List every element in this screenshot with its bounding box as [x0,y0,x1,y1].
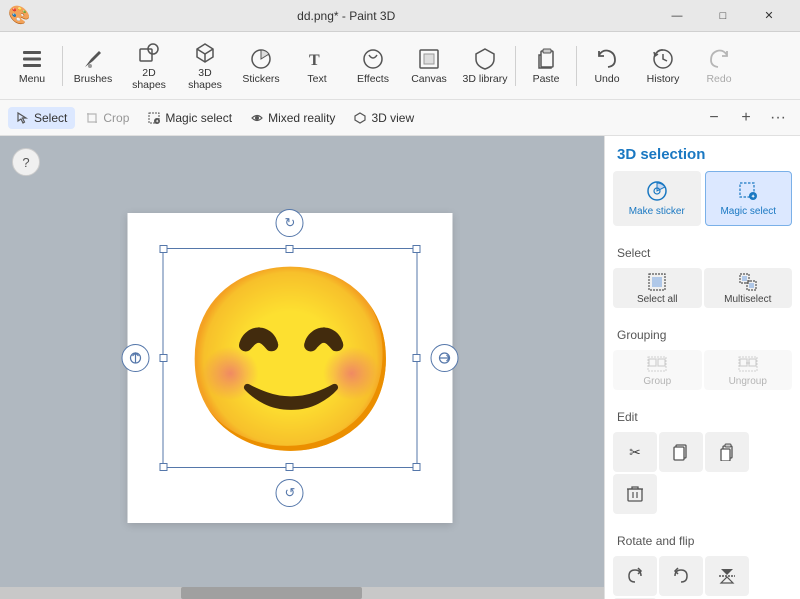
handle-top-right[interactable] [412,245,420,253]
toolbar-stickers[interactable]: Stickers [233,36,289,96]
handle-top-left[interactable] [159,245,167,253]
rotate-ccw-btn[interactable] [659,556,703,596]
toolbar-menu[interactable]: Menu [4,36,60,96]
emoji-content: 😊 [188,264,393,459]
rotate-handle-top[interactable]: ↻ [276,209,304,237]
right-panel: 3D selection Make sticker ✦ Magic select [604,136,800,599]
minimize-button[interactable]: — [654,0,700,32]
side-handle-left[interactable] [121,344,149,372]
select-all-btn[interactable]: Select all [613,268,702,308]
canvas-scrollbar[interactable] [0,587,604,599]
select-section-title: Select [605,242,800,264]
toolbar-3d-library[interactable]: 3D library [457,36,513,96]
secondary-toolbar: Select Crop ✦ Magic select Mixed reality… [0,100,800,136]
handle-top-center[interactable] [286,245,294,253]
mixed-reality-btn[interactable]: Mixed reality [242,107,343,129]
main-area: ? ↻ [0,136,800,599]
magic-select-panel-btn[interactable]: ✦ Magic select [705,171,793,226]
toolbar-history[interactable]: History [635,36,691,96]
toolbar-redo[interactable]: Redo [691,36,747,96]
sec-toolbar-right: − + ··· [700,104,792,132]
multiselect-btn[interactable]: Multiselect [704,268,793,308]
main-toolbar: Menu Brushes 2D shapes 3D shapes Sticker… [0,32,800,100]
close-button[interactable]: ✕ [746,0,792,32]
toolbar-text[interactable]: T Text [289,36,345,96]
maximize-button[interactable]: □ [700,0,746,32]
3d-view-btn[interactable]: 3D view [345,107,422,129]
panel-title: 3D selection [605,136,800,171]
handle-bottom-right[interactable] [412,463,420,471]
select-grid: Select all Multiselect [605,264,800,316]
select-tool-btn[interactable]: Select [8,107,75,129]
canvas-area[interactable]: ? ↻ [0,136,604,599]
svg-text:T: T [309,52,320,69]
toolbar-2d-shapes[interactable]: 2D shapes [121,36,177,96]
selection-box: ↻ ↺ 😊 [162,248,417,468]
toolbar-canvas[interactable]: Canvas [401,36,457,96]
crop-tool-btn[interactable]: Crop [77,107,137,129]
scrollbar-thumb[interactable] [181,587,362,599]
zoom-in-btn[interactable]: + [732,104,760,132]
copy-btn[interactable] [659,432,703,472]
handle-bottom-left[interactable] [159,463,167,471]
toolbar-effects[interactable]: Effects [345,36,401,96]
toolbar-brushes[interactable]: Brushes [65,36,121,96]
delete-btn[interactable] [613,474,657,514]
side-handle-right[interactable] [430,344,458,372]
cut-btn[interactable]: ✂ [613,432,657,472]
window-controls: — □ ✕ [654,0,792,32]
handle-mid-left[interactable] [159,354,167,362]
rotate-title: Rotate and flip [605,530,800,552]
rotate-cw-btn[interactable] [613,556,657,596]
title-bar: 🎨 dd.png* - Paint 3D — □ ✕ [0,0,800,32]
more-options-btn[interactable]: ··· [764,104,792,132]
rotate-handle-bottom[interactable]: ↺ [276,479,304,507]
flip-vertical-btn[interactable] [705,556,749,596]
group-btn: Group [613,350,702,390]
toolbar-paste[interactable]: Paste [518,36,574,96]
toolbar-undo[interactable]: Undo [579,36,635,96]
canvas-white: ↻ ↺ 😊 [127,213,452,523]
magic-select-btn[interactable]: ✦ Magic select [139,107,240,129]
edit-title: Edit [605,406,800,428]
toolbar-3d-shapes[interactable]: 3D shapes [177,36,233,96]
rotate-grid [605,552,800,599]
window-title: dd.png* - Paint 3D [38,9,654,23]
toolbar-divider-2 [515,46,516,86]
zoom-out-btn[interactable]: − [700,104,728,132]
handle-mid-right[interactable] [412,354,420,362]
paste-edit-btn[interactable] [705,432,749,472]
handle-bottom-center[interactable] [286,463,294,471]
svg-text:✦: ✦ [751,194,755,200]
ungroup-btn: Ungroup [704,350,793,390]
grouping-grid: Group Ungroup [605,346,800,398]
panel-top-buttons: Make sticker ✦ Magic select [605,171,800,234]
help-button[interactable]: ? [12,148,40,176]
grouping-title: Grouping [605,324,800,346]
toolbar-divider [62,46,63,86]
toolbar-divider-3 [576,46,577,86]
edit-grid: ✂ [605,428,800,522]
make-sticker-btn[interactable]: Make sticker [613,171,701,226]
